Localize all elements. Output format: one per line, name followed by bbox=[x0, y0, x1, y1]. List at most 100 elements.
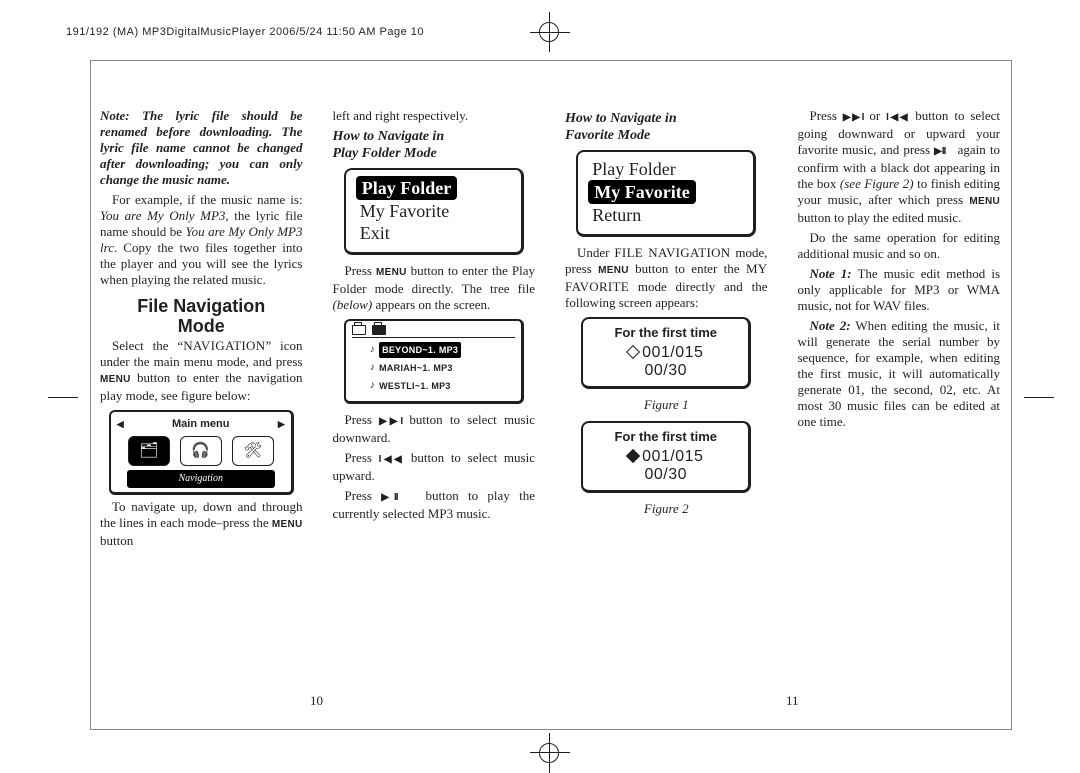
prev-track-icon: I◀◀ bbox=[379, 454, 405, 465]
main-menu-screen: ◀ Main menu ▶ 🗂 🎧 🛠 Navigation bbox=[109, 410, 294, 495]
figure-line-1: 001/015 bbox=[589, 344, 742, 362]
folder-closed-icon bbox=[352, 325, 366, 335]
column-1: Note: The lyric file should be renamed b… bbox=[100, 108, 303, 688]
note-1-label: Note 1: bbox=[810, 266, 852, 281]
tree-file-2: ♪MARIAH~1. MP3 bbox=[352, 359, 515, 377]
screen-title: Main menu bbox=[172, 416, 229, 432]
content-columns: Note: The lyric file should be renamed b… bbox=[100, 108, 1000, 688]
figure-1-caption: Figure 1 bbox=[565, 397, 768, 413]
counter: 001/015 bbox=[642, 344, 703, 361]
headphone-icon: 🎧 bbox=[180, 436, 222, 466]
continuation-text: left and right respectively. bbox=[333, 108, 536, 124]
note-1-paragraph: Note 1: The music edit method is only ap… bbox=[798, 266, 1001, 314]
navigate-instruction: To navigate up, down and through the lin… bbox=[100, 499, 303, 549]
file-name: BEYOND~1. MP3 bbox=[379, 342, 461, 358]
file-navigation-label: FILE NAVIGATION bbox=[614, 245, 730, 260]
menu-item-my-favorite: My Favorite bbox=[356, 200, 511, 222]
note-lyric-file: Note: The lyric file should be renamed b… bbox=[100, 108, 303, 188]
enter-play-folder-paragraph: Press MENU button to enter the Play Fold… bbox=[333, 263, 536, 313]
print-header: 191/192 (MA) MP3DigitalMusicPlayer 2006/… bbox=[66, 26, 424, 38]
crop-mark bbox=[539, 22, 559, 42]
menu-button-label: MENU bbox=[969, 196, 1000, 207]
text: Press bbox=[345, 450, 379, 465]
file-name: MARIAH~1. MP3 bbox=[379, 360, 453, 376]
text: How to Navigate in bbox=[333, 129, 445, 144]
tree-file-screen: ♪BEYOND~1. MP3 ♪MARIAH~1. MP3 ♪WESTLI~1.… bbox=[344, 319, 524, 404]
menu-item-return: Return bbox=[588, 204, 743, 226]
music-icon: ♪ bbox=[370, 360, 375, 376]
text: Under bbox=[577, 245, 614, 260]
screen-icons: 🗂 🎧 🛠 bbox=[117, 436, 285, 466]
figure-line-1: 001/015 bbox=[589, 448, 742, 466]
figure-line-2: 00/30 bbox=[589, 362, 742, 380]
folder-open-icon bbox=[372, 325, 386, 335]
prev-track-icon: I◀◀ bbox=[886, 112, 909, 123]
heading-play-folder-mode: How to Navigate in Play Folder Mode bbox=[333, 128, 536, 162]
favorite-menu: Play Folder My Favorite Return bbox=[576, 150, 756, 237]
text: button to enter the bbox=[629, 261, 746, 276]
text: Play Folder Mode bbox=[333, 146, 437, 161]
crop-mark bbox=[48, 397, 78, 398]
tree-header bbox=[352, 325, 515, 338]
text: When editing the music, it will generate… bbox=[798, 318, 1001, 429]
navigation-label: NAVIGATION bbox=[183, 338, 265, 353]
menu-item-play-folder: Play Folder bbox=[588, 158, 743, 180]
text: button to play the edited music. bbox=[798, 210, 962, 225]
play-folder-menu: Play Folder My Favorite Exit bbox=[344, 168, 524, 255]
text: File Navigation bbox=[137, 296, 265, 316]
play-pause-icon: ▶II bbox=[934, 146, 945, 157]
play-button-instruction: Press ▶II button to play the currently s… bbox=[333, 488, 536, 522]
text: Press bbox=[345, 488, 382, 503]
right-arrow-icon: ▶ bbox=[278, 416, 285, 432]
next-track-icon: ▶▶I bbox=[843, 112, 864, 123]
text: Favorite Mode bbox=[565, 128, 650, 143]
text: Select the “ bbox=[112, 338, 183, 353]
music-icon: ♪ bbox=[370, 342, 375, 358]
diamond-filled-icon bbox=[626, 449, 640, 463]
crop-mark bbox=[539, 743, 559, 763]
tools-icon: 🛠 bbox=[232, 436, 274, 466]
menu-button-label: MENU bbox=[100, 374, 131, 385]
below-ref: (below) bbox=[333, 297, 373, 312]
text: or bbox=[863, 108, 886, 123]
text: . Copy the two files together into the p… bbox=[100, 240, 303, 287]
tree-file-3: ♪WESTLI~1. MP3 bbox=[352, 377, 515, 395]
see-figure-ref: (see Figure 2) bbox=[840, 176, 914, 191]
text: appears on the screen. bbox=[372, 297, 490, 312]
text: button bbox=[100, 533, 133, 548]
play-pause-icon: ▶II bbox=[381, 492, 397, 503]
note-2-paragraph: Note 2: When editing the music, it will … bbox=[798, 318, 1001, 430]
screen-title-row: ◀ Main menu ▶ bbox=[117, 416, 285, 432]
enter-favorite-paragraph: Under FILE NAVIGATION mode, press MENU b… bbox=[565, 245, 768, 311]
page-number-left: 10 bbox=[310, 693, 323, 709]
select-navigation-paragraph: Select the “NAVIGATION” icon under the m… bbox=[100, 338, 303, 404]
repeat-operation-paragraph: Do the same operation for editing additi… bbox=[798, 230, 1001, 262]
column-2: left and right respectively. How to Navi… bbox=[333, 108, 536, 688]
text: button to enter the navigation play mode… bbox=[100, 370, 303, 403]
tree-file-1: ♪BEYOND~1. MP3 bbox=[352, 341, 515, 359]
heading-file-navigation: File Navigation Mode bbox=[100, 296, 303, 336]
heading-favorite-mode: How to Navigate in Favorite Mode bbox=[565, 110, 768, 144]
menu-button-label: MENU bbox=[272, 519, 303, 530]
music-icon: ♪ bbox=[370, 378, 375, 394]
text: Press bbox=[810, 108, 843, 123]
menu-item-my-favorite: My Favorite bbox=[588, 180, 695, 204]
figure-2-caption: Figure 2 bbox=[565, 501, 768, 517]
menu-item-play-folder: Play Folder bbox=[356, 176, 457, 200]
menu-item-exit: Exit bbox=[356, 222, 511, 244]
note-2-label: Note 2: bbox=[810, 318, 851, 333]
prev-button-instruction: Press I◀◀ button to select music upward. bbox=[333, 450, 536, 484]
text: Press bbox=[345, 263, 376, 278]
figure-title: For the first time bbox=[589, 325, 742, 341]
text: Mode bbox=[178, 316, 225, 336]
counter: 001/015 bbox=[642, 448, 703, 465]
column-4: Press ▶▶I or I◀◀ button to select going … bbox=[798, 108, 1001, 688]
file-name: WESTLI~1. MP3 bbox=[379, 378, 451, 394]
text: For example, if the music name is: bbox=[112, 192, 303, 207]
menu-button-label: MENU bbox=[598, 265, 629, 276]
next-track-icon: ▶▶I bbox=[379, 416, 402, 427]
navigation-icon: 🗂 bbox=[128, 436, 170, 466]
example-paragraph: For example, if the music name is: You a… bbox=[100, 192, 303, 288]
figure-1-screen: For the first time 001/015 00/30 bbox=[581, 317, 751, 389]
figure-line-2: 00/30 bbox=[589, 466, 742, 484]
